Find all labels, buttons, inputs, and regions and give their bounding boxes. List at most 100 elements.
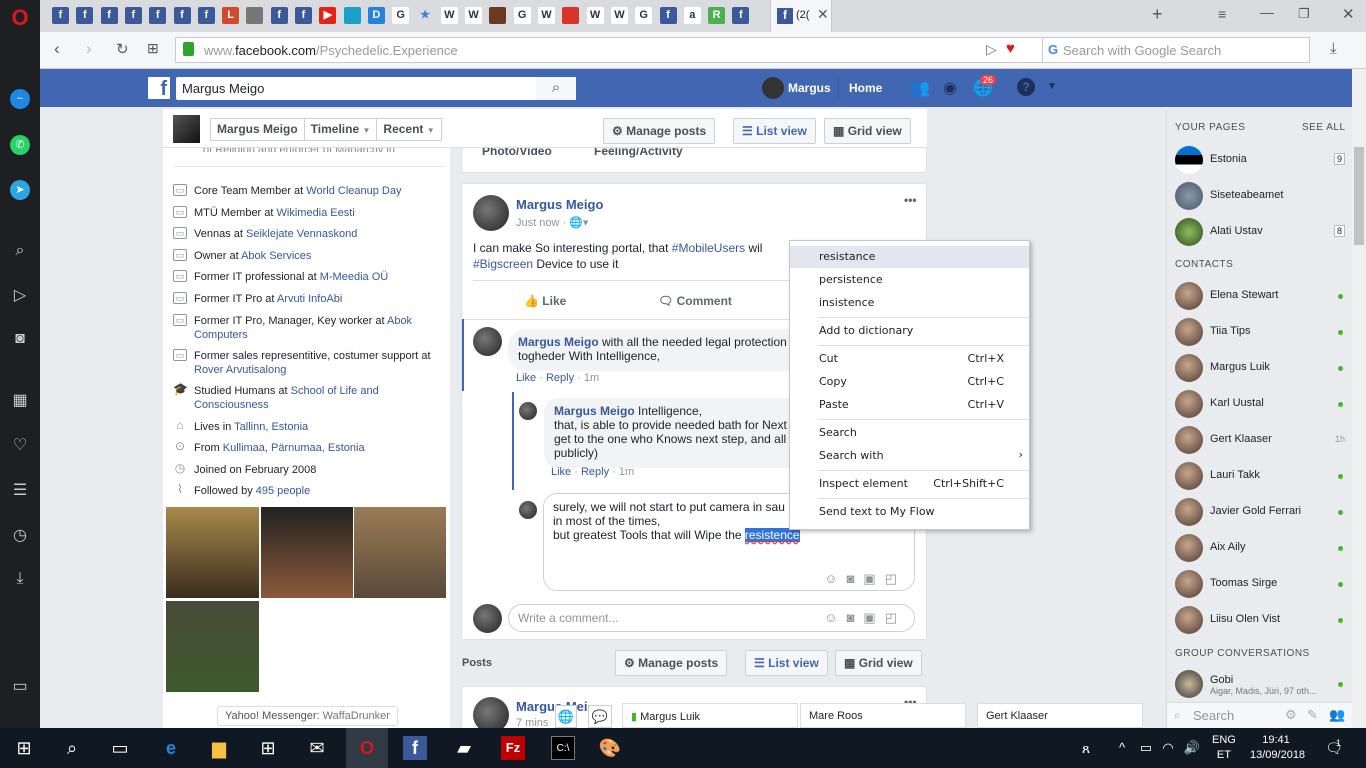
speed-dial-icon[interactable]: ▦ [10,391,30,411]
notes-icon[interactable]: ▰ [452,736,476,760]
mail-icon[interactable]: ✉ [305,736,329,760]
clock[interactable]: 19:41 13/09/2018 [1250,733,1305,763]
intro-link[interactable]: Rover Arvutisalong [194,364,286,376]
intro-link[interactable]: Wikimedia Eesti [277,207,355,219]
tab-menu-icon[interactable]: ≡ [1218,6,1226,22]
battery-icon[interactable]: ▭ [1134,736,1158,760]
intro-link[interactable]: Abok Services [241,250,311,262]
contact-item[interactable]: Liisu Olen Vist [1175,605,1347,635]
contact-item[interactable]: Toomas Sirge [1175,569,1347,599]
menu-item-add-to-dictionary[interactable]: Add to dictionary [790,320,1029,342]
author-avatar[interactable] [473,195,509,231]
intro-link[interactable]: Kullimaa, Pärnumaa, Estonia [223,442,365,454]
intro-link[interactable]: M-Meedia OÜ [320,271,388,283]
comment-toolbar-icons[interactable]: ☺◙▣◰ [824,610,906,626]
group-conversation-gobi[interactable]: Gobi Aigar, Madis, Jüri, 97 oth... [1175,669,1347,699]
wifi-icon[interactable]: ◠ [1156,736,1180,760]
tab-favicon-icon[interactable]: G [635,7,653,24]
tab-favicon-icon[interactable]: f [76,7,94,24]
write-comment-input[interactable]: Write a comment... ☺◙▣◰ [508,604,915,632]
globe-chat-icon[interactable]: 🌐 [555,705,577,728]
contact-item[interactable]: Elena Stewart [1175,281,1347,311]
start-button[interactable]: ⊞ [12,736,36,760]
close-tab-icon[interactable]: ✕ [817,6,829,23]
menu-item-inspect[interactable]: Inspect element Ctrl+Shift+C [790,473,1029,495]
tab-favicon-icon[interactable] [246,7,264,24]
maximize-button[interactable]: ❐ [1298,6,1310,22]
intro-link[interactable]: 495 people [256,485,310,497]
manage-posts-button[interactable]: ⚙ Manage posts [603,118,716,144]
globe-icon[interactable]: 🌐▾ [569,217,588,229]
manage-posts-button-2[interactable]: ⚙ Manage posts [615,650,728,676]
comment-button[interactable]: 🗨 Comment [658,294,732,308]
tab-favicon-icon[interactable]: L [222,7,240,24]
friend-requests-icon[interactable]: 👥 [910,78,930,98]
history-icon[interactable]: ◷ [10,526,30,546]
selected-misspelled-word[interactable]: resistence [744,528,800,542]
tab-favicon-icon[interactable] [343,7,361,24]
news-icon[interactable]: ☰ [10,481,30,501]
menu-item-copy[interactable]: Copy Ctrl+C [790,371,1029,393]
reply-like-link[interactable]: Like [551,466,571,478]
reply-author[interactable]: Margus Meigo [554,404,635,418]
tab-favicon-icon[interactable] [562,7,580,24]
intro-link[interactable]: Seiklejate Vennaskond [246,228,357,240]
contact-item[interactable]: Karl Uustal [1175,389,1347,419]
photo-2[interactable] [261,507,353,598]
reply-reply-link[interactable]: Reply [581,466,609,478]
reply-avatar[interactable] [519,402,537,420]
tab-favicon-icon[interactable]: f [197,7,215,24]
search-icon[interactable]: ⌕ [536,77,576,100]
file-explorer-icon[interactable]: ▆ [207,736,231,760]
action-center-icon[interactable]: 🗨 [1322,736,1346,760]
page-item[interactable]: Estonia 9 [1175,145,1347,175]
menu-item-suggestion-3[interactable]: insistence [790,292,1029,314]
profile-name-link[interactable]: Margus Meigo [211,119,305,140]
contact-item[interactable]: Margus Luik [1175,353,1347,383]
list-view-button-2[interactable]: ☰ List view [745,650,828,676]
photo-4[interactable] [166,601,259,692]
search-icon[interactable]: ⌕ [10,241,30,261]
menu-item-search[interactable]: Search [790,422,1029,444]
menu-item-send-to-flow[interactable]: Send text to My Flow [790,501,1029,523]
see-all-link[interactable]: SEE ALL [1302,122,1346,133]
new-tab-button[interactable]: + [1152,4,1163,25]
photo-3[interactable] [354,507,446,598]
sidebar-toggle-icon[interactable]: ▭ [10,677,30,697]
tab-favicon-icon[interactable]: R [708,7,726,24]
close-window-button[interactable]: ✕ [1342,5,1355,23]
tab-favicon-icon[interactable]: a [683,7,701,24]
facebook-taskbar-icon[interactable]: f [403,736,427,760]
opera-taskbar-icon[interactable]: O [346,728,388,768]
contact-item[interactable]: Aix Aily [1175,533,1347,563]
draft-toolbar-icons[interactable]: ☺◙▣◰ [824,572,906,586]
tab-favicon-icon[interactable]: f [124,7,142,24]
minimize-button[interactable]: — [1260,4,1274,20]
page-item[interactable]: Siseteabeamet [1175,181,1347,211]
photo-1[interactable] [166,507,259,598]
list-view-button[interactable]: ☰ List view [733,118,816,144]
tab-favicon-icon[interactable]: f [149,7,167,24]
forward-icon[interactable]: › [86,39,92,59]
tab-favicon-icon[interactable]: W [465,7,483,24]
chat-tab-gert-klaaser[interactable]: Gert Klaaser [977,703,1143,728]
paint-icon[interactable]: 🎨 [598,736,622,760]
tab-favicon-icon[interactable]: D [367,7,385,24]
download-icon[interactable]: ⤓ [1330,40,1337,57]
tab-favicon-icon[interactable]: W [440,7,458,24]
menu-item-suggestion-1[interactable]: resistance [790,246,1029,268]
timeline-dropdown[interactable]: Timeline ▼ [305,119,378,140]
back-icon[interactable]: ‹ [54,39,60,59]
messenger-icon[interactable]: ◉ [943,78,957,98]
page-scrollbar[interactable] [1352,69,1366,728]
bookmark-heart-icon[interactable]: ♥ [1006,40,1015,57]
language-indicator[interactable]: ENG ET [1212,733,1236,763]
tabs-grid-icon[interactable]: ⊞ [147,40,159,57]
comment-reply-link[interactable]: Reply [546,372,574,384]
comment-author[interactable]: Margus Meigo [518,335,599,349]
gear-icon[interactable]: ⚙ [1285,707,1297,723]
store-icon[interactable]: ⊞ [256,736,280,760]
tab-favicon-icon[interactable]: W [610,7,628,24]
tab-favicon-icon[interactable]: f [732,7,750,24]
contact-item[interactable]: Lauri Takk [1175,461,1347,491]
